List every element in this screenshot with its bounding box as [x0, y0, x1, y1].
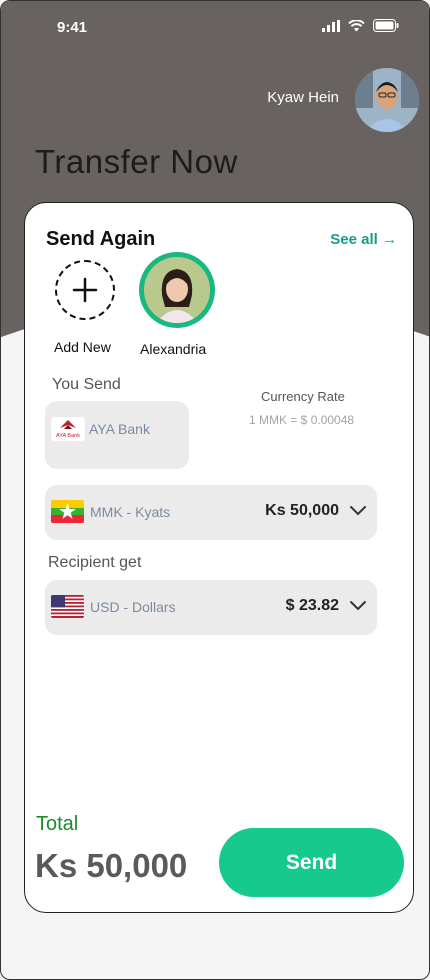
- phone-screen: 9:41 Kyaw Hein Transfer Now Send Again S…: [0, 0, 430, 980]
- contact-avatar: [144, 257, 210, 323]
- send-button[interactable]: Send: [219, 828, 404, 897]
- send-currency-name: MMK - Kyats: [90, 504, 171, 520]
- bank-name: AYA Bank: [89, 421, 150, 437]
- total-amount: Ks 50,000: [35, 847, 188, 884]
- total-label: Total: [36, 813, 79, 835]
- recipient-currency-name: USD - Dollars: [90, 599, 176, 615]
- recipient-amount: $ 23.82: [285, 597, 339, 614]
- status-time: 9:41: [57, 19, 88, 36]
- contact-name: Alexandria: [140, 341, 207, 357]
- us-flag-icon: [51, 595, 84, 618]
- send-currency-select[interactable]: MMK - Kyats Ks 50,000: [45, 485, 377, 540]
- page-title: Transfer Now: [35, 143, 238, 180]
- status-bar: 9:41: [57, 19, 399, 39]
- you-send-label: You Send: [52, 376, 121, 393]
- wifi-icon: [348, 19, 365, 31]
- contact-photo: [144, 257, 210, 323]
- aya-bank-logo: AYA Bank: [51, 417, 85, 441]
- contact-alexandria[interactable]: [139, 252, 215, 328]
- signal-icon: [322, 19, 340, 32]
- user-avatar[interactable]: [355, 68, 419, 132]
- currency-rate-value: 1 MMK = $ 0.00048: [249, 413, 355, 427]
- send-amount: Ks 50,000: [265, 502, 339, 519]
- see-all-link[interactable]: See all →: [330, 231, 397, 248]
- send-again-heading: Send Again: [46, 228, 156, 250]
- user-photo: [355, 68, 419, 132]
- add-new-button[interactable]: [55, 260, 115, 320]
- plus-icon: [72, 277, 98, 303]
- chevron-down-icon: [350, 601, 366, 611]
- currency-rate-label: Currency Rate: [261, 389, 345, 404]
- status-icons: [322, 19, 399, 32]
- add-new-label: Add New: [54, 339, 111, 355]
- recipient-get-label: Recipient get: [48, 554, 142, 571]
- bank-logo-text: AYA Bank: [56, 433, 80, 439]
- recipient-currency-select[interactable]: USD - Dollars $ 23.82: [45, 580, 377, 635]
- user-name: Kyaw Hein: [267, 89, 339, 106]
- chevron-down-icon: [350, 506, 366, 516]
- bank-selector[interactable]: AYA Bank AYA Bank: [45, 401, 189, 469]
- battery-icon: [373, 19, 399, 32]
- myanmar-flag-icon: [51, 500, 84, 523]
- transfer-card: Send Again See all → Add New Alexandria …: [24, 202, 414, 913]
